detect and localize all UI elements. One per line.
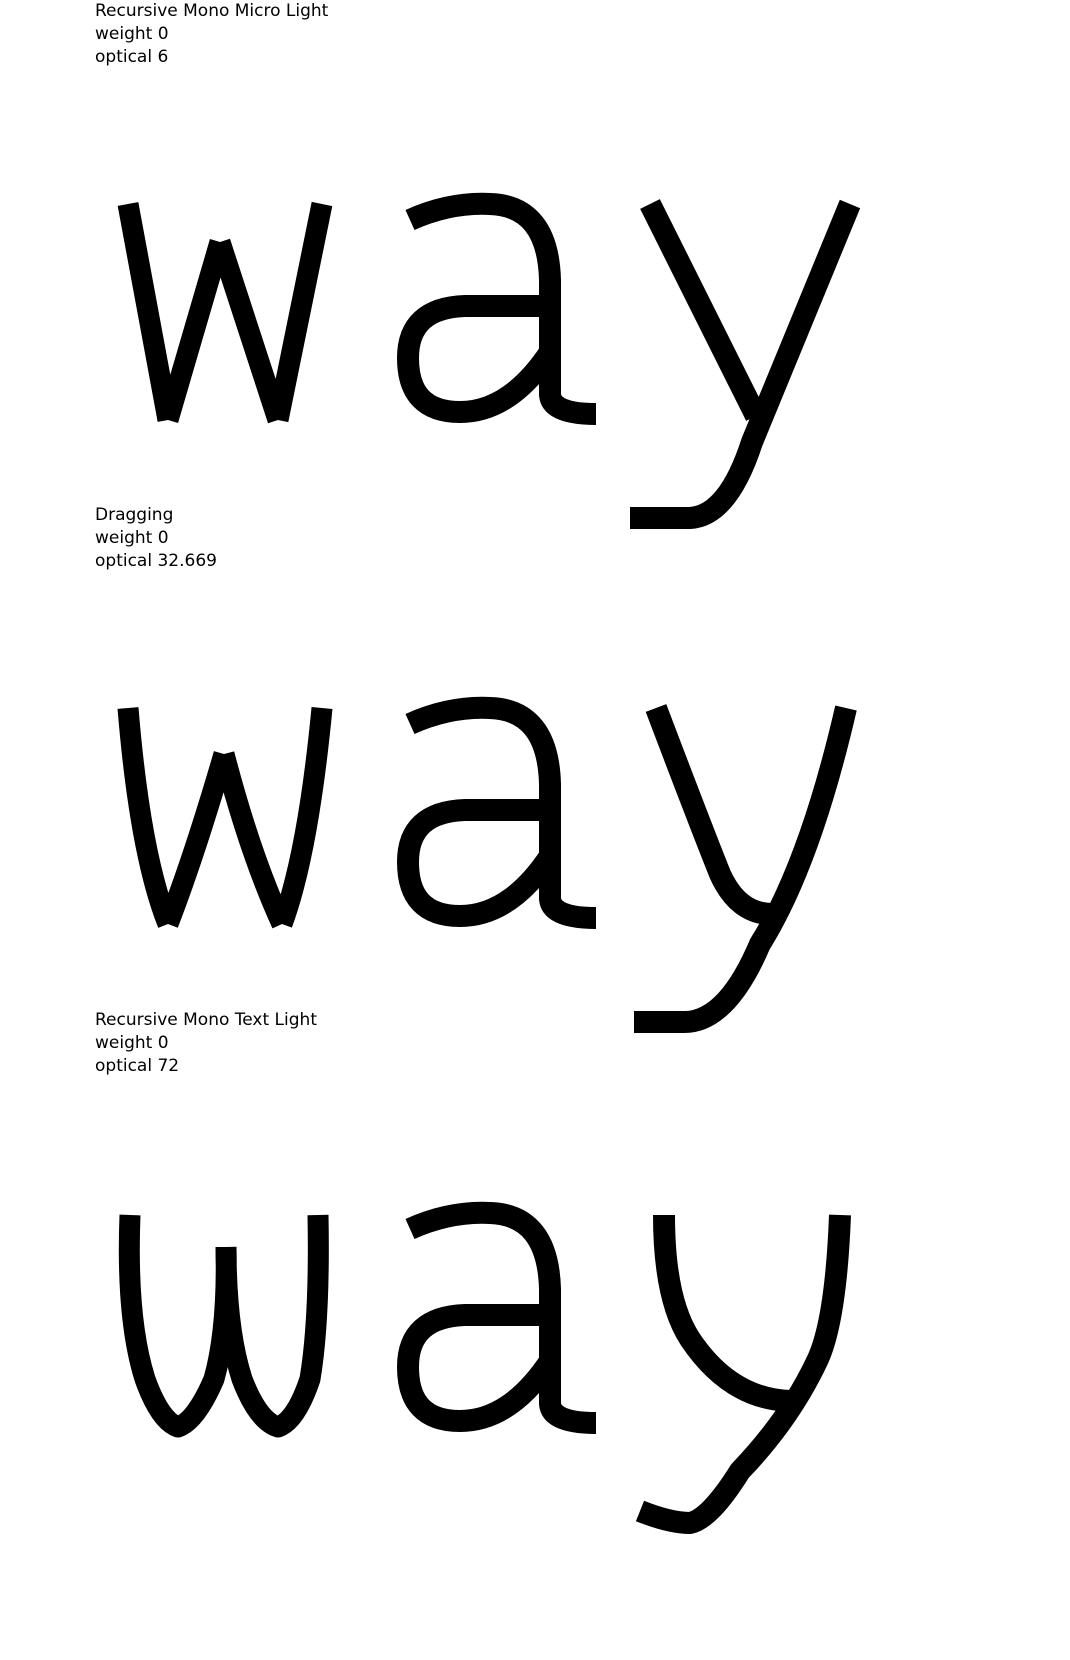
weight-label: weight 0 <box>95 1033 169 1053</box>
weight-label: weight 0 <box>95 24 169 44</box>
glyph-y <box>630 199 861 529</box>
font-name-label: Recursive Mono Micro Light <box>95 1 329 21</box>
glyph-y <box>634 704 857 1033</box>
specimen-meta: Recursive Mono Micro Light weight 0 opti… <box>95 0 328 69</box>
glyph-w <box>118 1214 329 1438</box>
optical-label: optical 32.669 <box>95 551 217 571</box>
glyph-sample <box>117 192 861 529</box>
glyph-w <box>117 706 333 929</box>
glyph-sample <box>118 1201 851 1534</box>
glyph-w <box>117 201 333 424</box>
glyph-a <box>397 192 597 425</box>
optical-label: optical 6 <box>95 47 169 67</box>
weight-label: weight 0 <box>95 528 169 548</box>
glyph-a <box>397 1201 597 1434</box>
optical-label: optical 72 <box>95 1056 180 1076</box>
font-name-label: Recursive Mono Text Light <box>95 1010 317 1030</box>
specimen-meta: Recursive Mono Text Light weight 0 optic… <box>95 1009 317 1078</box>
glyph-a <box>397 696 597 929</box>
specimen-meta: Dragging weight 0 optical 32.669 <box>95 504 217 573</box>
glyph-sample <box>117 696 857 1033</box>
font-name-label: Dragging <box>95 505 174 525</box>
glyph-y <box>635 1214 851 1534</box>
